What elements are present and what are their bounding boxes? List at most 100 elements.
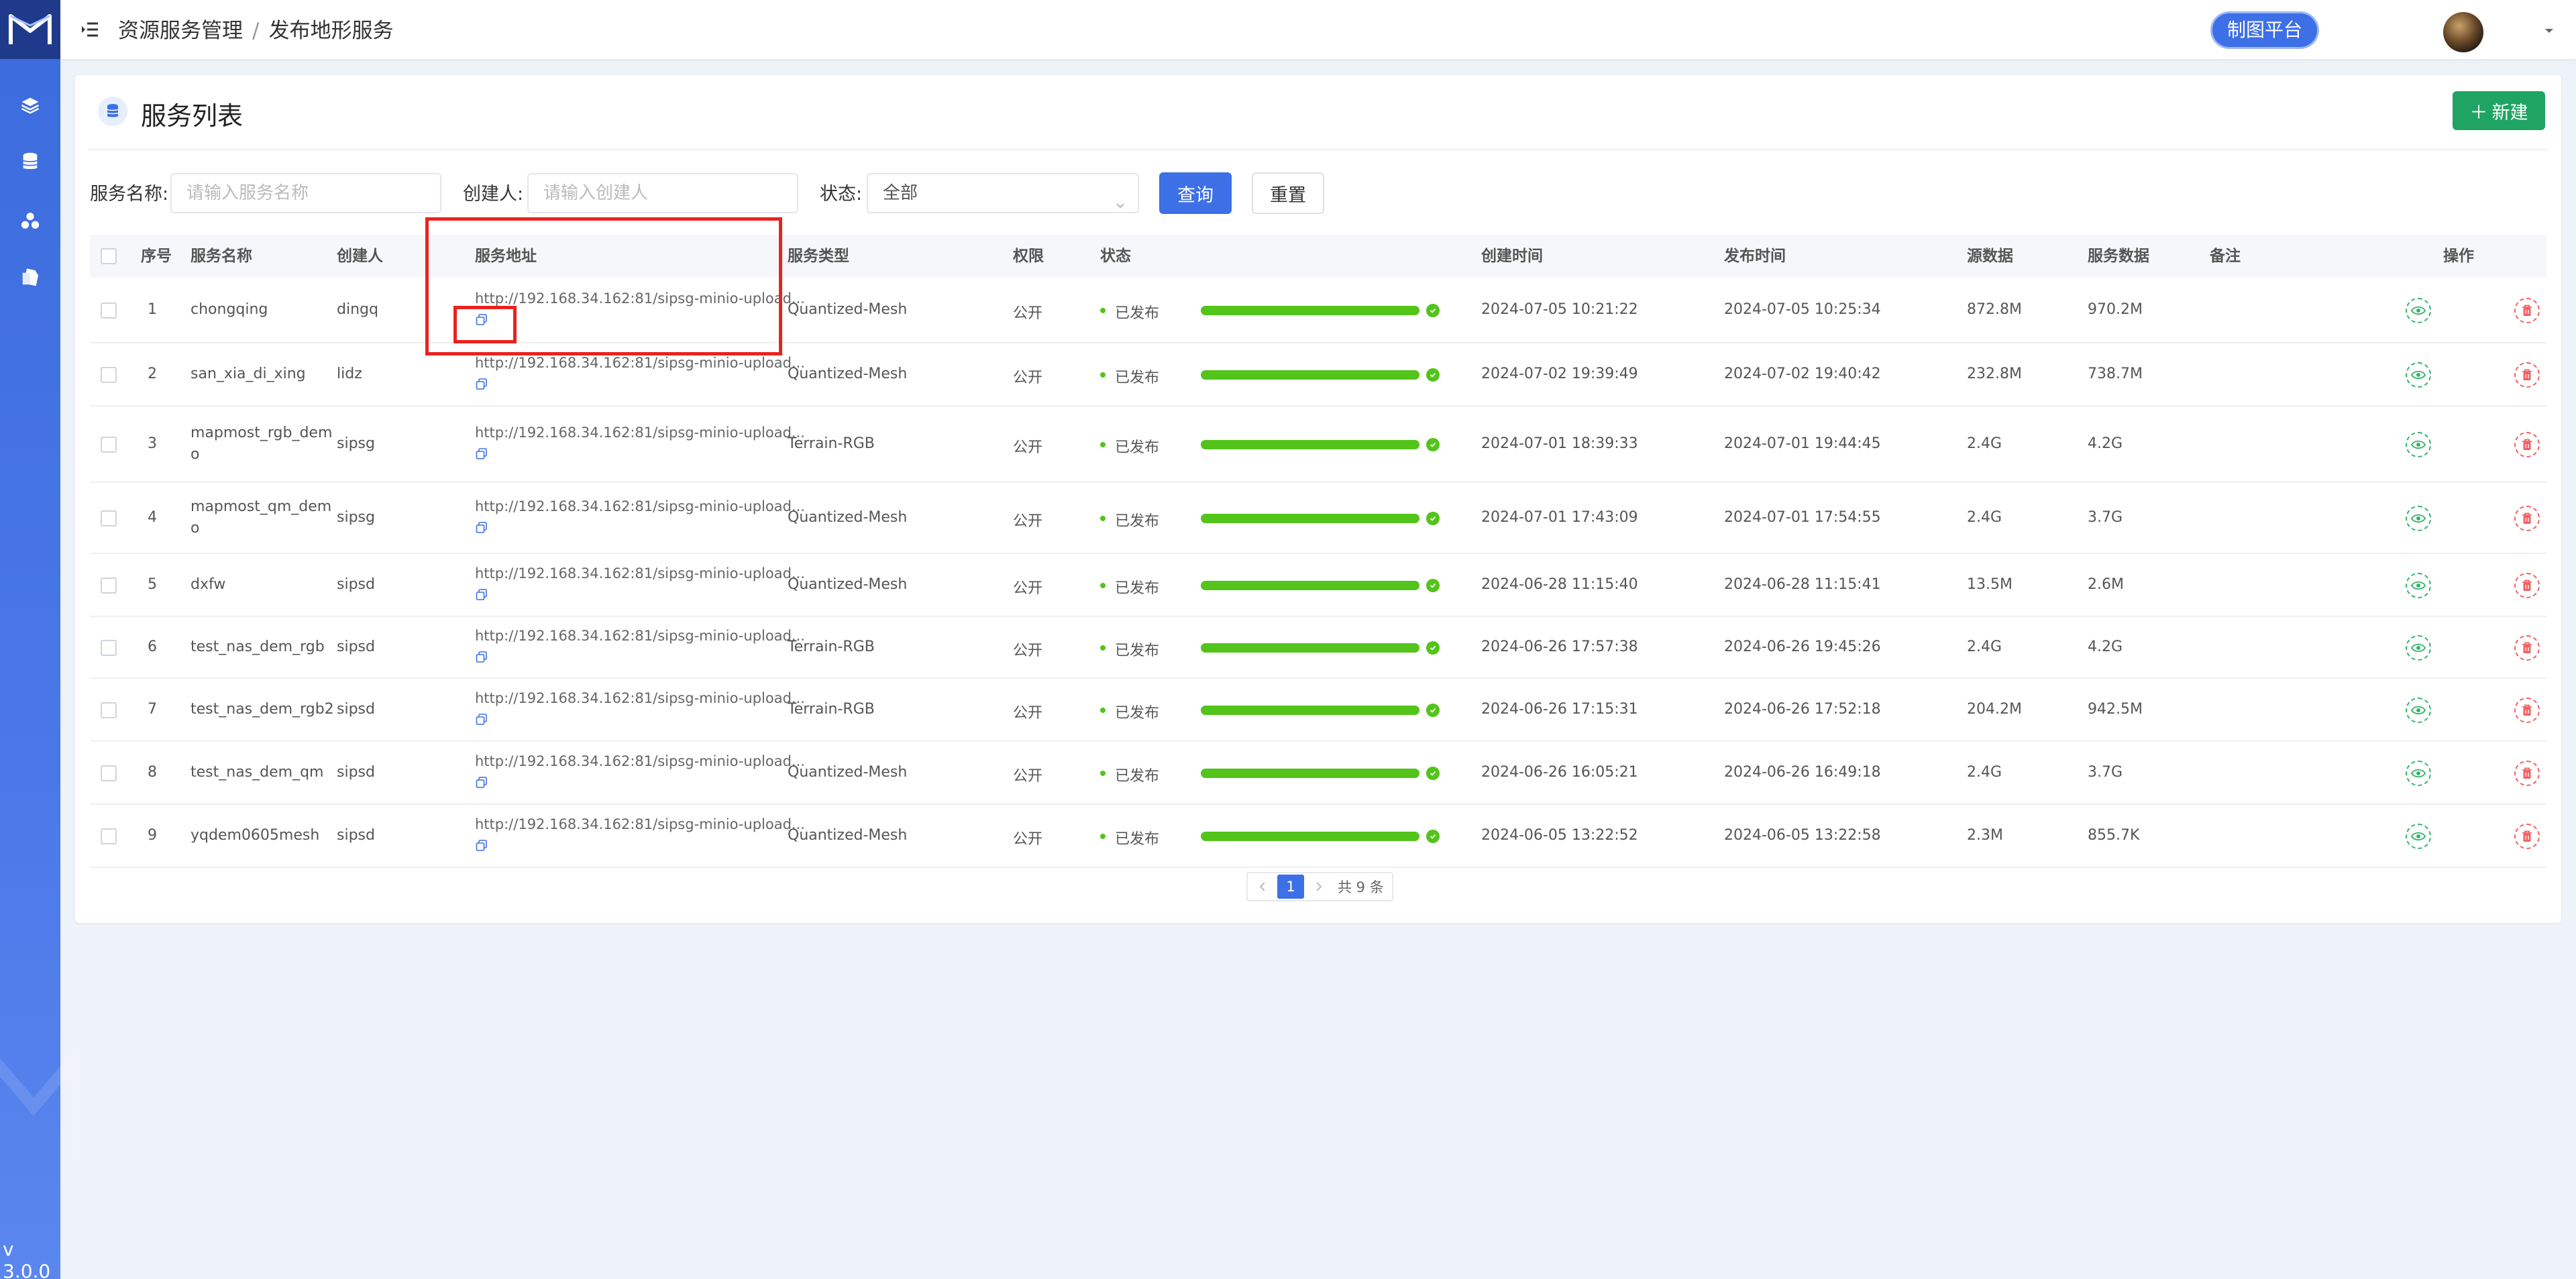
copy-icon[interactable] (475, 713, 490, 728)
menu-toggle-icon[interactable] (76, 16, 103, 43)
new-button-label: 新建 (2491, 102, 2528, 123)
view-icon[interactable] (2406, 298, 2431, 323)
delete-icon[interactable] (2514, 362, 2540, 388)
breadcrumb-item-resource[interactable]: 资源服务管理 (118, 19, 243, 43)
view-icon[interactable] (2406, 761, 2431, 786)
check-circle-icon (1426, 830, 1440, 843)
view-icon[interactable] (2406, 698, 2431, 723)
view-icon[interactable] (2406, 362, 2431, 388)
cluster-icon[interactable] (15, 205, 46, 236)
copy-icon[interactable] (475, 447, 490, 462)
row-index: 9 (148, 827, 157, 844)
status-dot (1100, 834, 1106, 839)
row-permission: 公开 (1013, 305, 1043, 322)
table-row[interactable]: 8 test_nas_dem_qm sipsd http://192.168.34.1… (90, 742, 2546, 805)
delete-icon[interactable] (2514, 432, 2540, 457)
avatar[interactable] (2443, 12, 2483, 52)
row-url[interactable]: http://192.168.34.162:81/sipsg-minio-upl… (475, 498, 805, 514)
query-button[interactable]: 查询 (1159, 172, 1232, 214)
page-number[interactable]: 1 (1277, 875, 1304, 899)
delete-icon[interactable] (2514, 506, 2540, 531)
view-icon[interactable] (2406, 635, 2431, 661)
table-row[interactable]: 3 mapmost_rgb_dem o sipsg http://192.168.34.… (90, 406, 2546, 483)
column-header-permission: 权限 (1013, 247, 1044, 265)
row-url[interactable]: http://192.168.34.162:81/sipsg-minio-upl… (475, 816, 805, 832)
row-name: yqdem0605mesh (191, 827, 320, 844)
view-icon[interactable] (2406, 506, 2431, 531)
view-icon[interactable] (2406, 432, 2431, 457)
row-url[interactable]: http://192.168.34.162:81/sipsg-minio-upl… (475, 628, 805, 644)
delete-icon[interactable] (2514, 573, 2540, 598)
app-logo[interactable] (0, 0, 60, 59)
copy-icon[interactable] (475, 521, 490, 536)
row-creator: dingq (337, 301, 378, 318)
table-row[interactable]: 5 dxfw sipsd http://192.168.34.162:81/sipsg… (90, 554, 2546, 617)
creator-input[interactable]: 请输入创建人 (527, 173, 798, 213)
row-checkbox[interactable] (101, 577, 117, 594)
map-platform-button[interactable]: 制图平台 (2212, 13, 2318, 47)
row-checkbox[interactable] (101, 367, 117, 383)
row-created-time: 2024-06-26 16:05:21 (1481, 764, 1638, 781)
new-service-button[interactable]: ＋新建 (2453, 91, 2545, 130)
database-icon[interactable] (15, 146, 46, 177)
row-url[interactable]: http://192.168.34.162:81/sipsg-minio-upl… (475, 690, 805, 706)
view-icon[interactable] (2406, 824, 2431, 849)
row-published-time: 2024-06-26 17:52:18 (1724, 701, 1881, 718)
delete-icon[interactable] (2514, 761, 2540, 786)
copy-icon[interactable] (475, 588, 490, 603)
delete-icon[interactable] (2514, 298, 2540, 323)
service-name-input[interactable]: 请输入服务名称 (170, 173, 441, 213)
progress-bar (1201, 514, 1419, 523)
next-page-icon[interactable] (1308, 875, 1330, 899)
layers-icon[interactable] (15, 90, 46, 121)
row-checkbox[interactable] (101, 640, 117, 656)
row-status: 已发布 (1115, 370, 1160, 386)
copy-icon[interactable] (475, 651, 490, 665)
view-icon[interactable] (2406, 573, 2431, 598)
row-url[interactable]: http://192.168.34.162:81/sipsg-minio-upl… (475, 425, 805, 441)
pagination: 1 共 9 条 (1246, 872, 1393, 901)
row-url[interactable]: http://192.168.34.162:81/sipsg-minio-upl… (475, 753, 805, 769)
row-checkbox[interactable] (101, 510, 117, 526)
delete-icon[interactable] (2514, 635, 2540, 661)
copy-icon[interactable] (475, 776, 490, 791)
name-filter-label: 服务名称: (90, 184, 169, 205)
reset-button[interactable]: 重置 (1252, 172, 1324, 214)
copy-icon[interactable] (475, 839, 490, 854)
row-source-size: 2.4G (1967, 509, 2002, 526)
prev-page-icon[interactable] (1252, 875, 1273, 899)
row-permission: 公开 (1013, 768, 1043, 785)
row-created-time: 2024-07-01 18:39:33 (1481, 435, 1638, 452)
row-service-size: 2.6M (2088, 576, 2124, 593)
row-service-size: 970.2M (2088, 301, 2143, 318)
row-source-size: 2.4G (1967, 764, 2002, 781)
row-published-time: 2024-07-05 10:25:34 (1724, 301, 1881, 318)
table-row[interactable]: 6 test_nas_dem_rgb sipsd http://192.168.34.… (90, 617, 2546, 679)
row-creator: lidz (337, 366, 362, 382)
row-service-size: 3.7G (2088, 509, 2123, 526)
progress-bar (1201, 706, 1419, 715)
row-url[interactable]: http://192.168.34.162:81/sipsg-minio-upl… (475, 355, 805, 371)
file-icon[interactable] (15, 262, 46, 292)
table-row[interactable]: 9 yqdem0605mesh sipsd http://192.168.34.162… (90, 805, 2546, 868)
column-header-remark: 备注 (2210, 247, 2241, 265)
row-checkbox[interactable] (101, 437, 117, 453)
copy-icon[interactable] (475, 378, 490, 392)
progress-bar (1201, 306, 1419, 315)
row-url[interactable]: http://192.168.34.162:81/sipsg-minio-upl… (475, 565, 805, 581)
table-row[interactable]: 7 test_nas_dem_rgb2 sipsd http://192.168.34… (90, 679, 2546, 742)
highlight-box-copy-icon (453, 306, 517, 343)
delete-icon[interactable] (2514, 824, 2540, 849)
row-permission: 公开 (1013, 705, 1043, 722)
status-select[interactable]: 全部 (867, 173, 1139, 213)
row-checkbox[interactable] (101, 702, 117, 718)
row-name-line: o (191, 520, 200, 537)
row-name-line: mapmost_rgb_dem (191, 425, 333, 441)
chevron-down-icon[interactable] (2542, 24, 2556, 38)
select-all-checkbox[interactable] (101, 248, 117, 264)
row-checkbox[interactable] (101, 302, 117, 319)
delete-icon[interactable] (2514, 698, 2540, 723)
table-row[interactable]: 4 mapmost_qm_dem o sipsg http://192.168.34.1… (90, 483, 2546, 554)
row-checkbox[interactable] (101, 765, 117, 781)
row-checkbox[interactable] (101, 828, 117, 844)
